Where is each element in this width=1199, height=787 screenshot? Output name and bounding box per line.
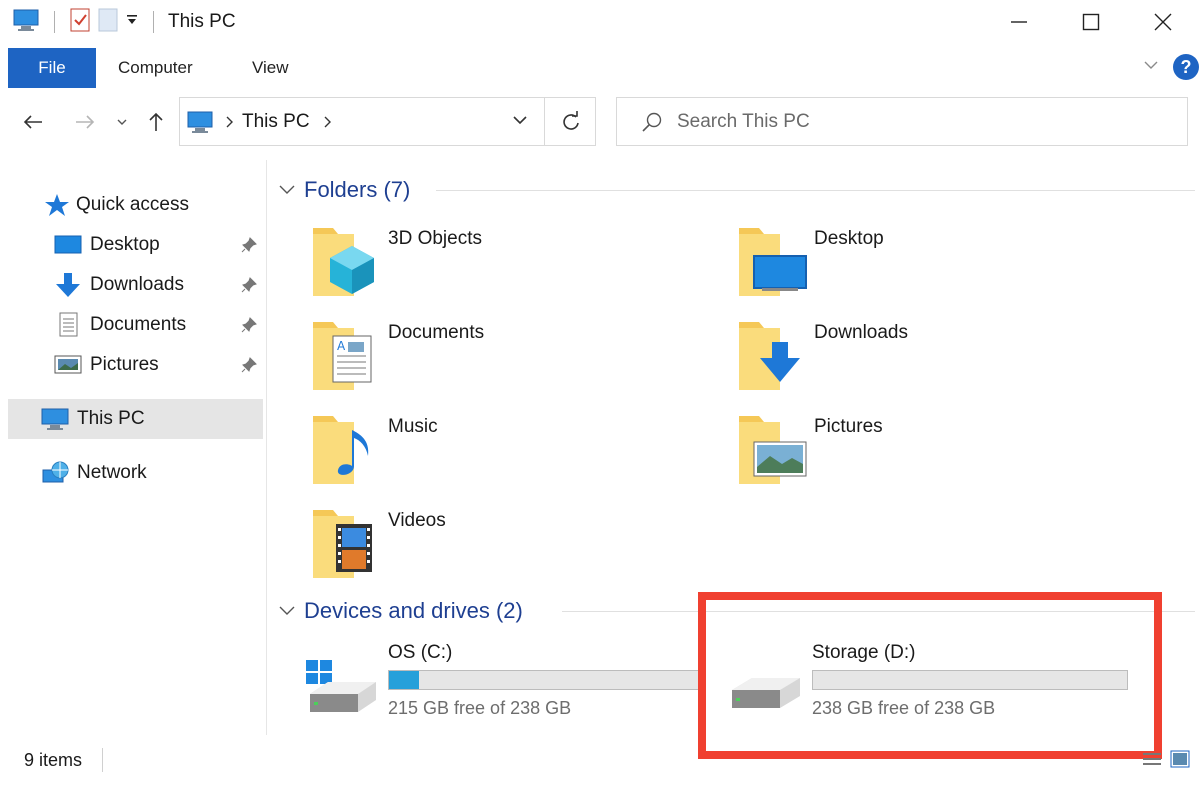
svg-text:A: A [337, 339, 346, 353]
downloads-folder-icon [734, 318, 810, 399]
chevron-right-icon[interactable] [224, 115, 234, 129]
maximize-button[interactable] [1055, 0, 1127, 44]
ribbon-right: ? [1143, 54, 1199, 80]
search-icon [641, 111, 663, 133]
sidebar-item-downloads[interactable]: Downloads [8, 265, 263, 305]
forward-button[interactable] [70, 107, 100, 137]
pin-icon[interactable] [241, 357, 257, 379]
group-title: Folders (7) [304, 177, 411, 202]
navigation-pane: Quick access Desktop Downloads Documents [0, 180, 266, 730]
expand-ribbon-icon[interactable] [1143, 58, 1159, 76]
sidebar-item-label: Documents [90, 314, 187, 335]
search-input[interactable]: Search This PC [616, 97, 1188, 146]
star-icon [44, 193, 70, 217]
sidebar-item-label: Pictures [90, 354, 159, 375]
folder-label: Documents [388, 322, 485, 343]
folder-label: Pictures [814, 416, 883, 437]
help-button[interactable]: ? [1173, 54, 1199, 80]
address-bar[interactable]: This PC [179, 97, 596, 146]
sidebar-item-label: Quick access [76, 194, 189, 215]
drive-os-c[interactable]: OS (C:) 215 GB free of 238 GB [306, 642, 716, 732]
network-icon [40, 460, 70, 486]
folder-downloads[interactable]: Downloads [734, 318, 1154, 408]
refresh-icon[interactable] [561, 111, 581, 133]
folder-3d-objects[interactable]: 3D Objects [308, 224, 728, 314]
highlight-box [698, 592, 1162, 759]
folder-music[interactable]: Music [308, 412, 728, 502]
folders-group-header[interactable]: Folders (7) [278, 175, 410, 205]
sidebar-item-documents[interactable]: Documents [8, 305, 263, 345]
window-title: This PC [168, 11, 236, 32]
download-arrow-icon [54, 271, 82, 299]
document-icon [58, 312, 80, 338]
customize-toolbar-icon[interactable] [125, 12, 139, 33]
sidebar-item-label: Desktop [90, 234, 160, 255]
quick-access-toolbar [0, 7, 162, 38]
status-bar: 9 items [0, 740, 1199, 780]
folder-pictures[interactable]: Pictures [734, 412, 1154, 502]
desktop-folder-icon [734, 224, 810, 305]
sidebar-item-network[interactable]: Network [8, 453, 263, 493]
chevron-down-icon[interactable] [278, 184, 296, 196]
navigation-bar: This PC Search This PC [0, 97, 1199, 147]
group-title: Devices and drives (2) [304, 598, 523, 623]
drives-group-header[interactable]: Devices and drives (2) [278, 596, 523, 626]
documents-folder-icon: A [308, 318, 378, 399]
computer-icon [186, 110, 214, 134]
videos-folder-icon [308, 506, 378, 587]
drive-label: OS (C:) [388, 642, 453, 663]
sidebar-item-desktop[interactable]: Desktop [8, 225, 263, 265]
chevron-right-icon[interactable] [322, 115, 332, 129]
title-bar: This PC [0, 0, 1199, 44]
music-folder-icon [308, 412, 378, 493]
folder-label: Music [388, 416, 438, 437]
computer-icon[interactable] [12, 8, 40, 37]
folder-desktop[interactable]: Desktop [734, 224, 1154, 314]
sidebar-item-label: This PC [77, 408, 145, 429]
back-button[interactable] [18, 107, 48, 137]
sidebar-item-this-pc[interactable]: This PC [8, 399, 263, 439]
drive-free-space: 215 GB free of 238 GB [388, 698, 572, 718]
item-count: 9 items [24, 749, 83, 770]
view-switcher [1141, 748, 1191, 775]
sidebar-item-label: Downloads [90, 274, 184, 295]
minimize-button[interactable] [983, 0, 1055, 44]
sidebar-item-pictures[interactable]: Pictures [8, 345, 263, 385]
properties-icon[interactable] [69, 7, 91, 38]
pictures-folder-icon [734, 412, 810, 493]
pin-icon[interactable] [241, 277, 257, 299]
tab-view[interactable]: View [252, 48, 289, 88]
windows-drive-icon [306, 660, 380, 721]
folder-label: 3D Objects [388, 228, 482, 249]
folder-label: Downloads [814, 322, 908, 343]
pin-icon[interactable] [241, 317, 257, 339]
pin-icon[interactable] [241, 237, 257, 259]
tab-file[interactable]: File [8, 48, 96, 88]
sidebar-item-label: Network [77, 462, 147, 483]
large-icons-view-icon[interactable] [1169, 748, 1191, 775]
folder-videos[interactable]: Videos [308, 506, 728, 596]
folder-label: Videos [388, 510, 446, 531]
up-button[interactable] [142, 107, 170, 137]
sidebar-item-quick-access[interactable]: Quick access [8, 185, 263, 225]
close-button[interactable] [1127, 0, 1199, 44]
desktop-icon [54, 234, 82, 256]
tab-computer[interactable]: Computer [118, 48, 193, 88]
ribbon: File Computer View ? [0, 48, 1199, 88]
new-folder-icon[interactable] [97, 7, 119, 38]
window-controls [983, 0, 1199, 44]
search-placeholder: Search This PC [677, 110, 810, 132]
3d-objects-folder-icon [308, 224, 378, 305]
details-view-icon[interactable] [1141, 748, 1163, 775]
picture-icon [54, 354, 82, 376]
chevron-down-icon[interactable] [278, 605, 296, 617]
drive-usage-bar [388, 670, 704, 690]
breadcrumb-this-pc[interactable]: This PC [242, 111, 310, 133]
recent-locations-button[interactable] [112, 107, 132, 137]
folder-documents[interactable]: A Documents [308, 318, 728, 408]
chevron-down-icon[interactable] [512, 114, 528, 126]
folder-label: Desktop [814, 228, 884, 249]
computer-icon [40, 407, 70, 431]
